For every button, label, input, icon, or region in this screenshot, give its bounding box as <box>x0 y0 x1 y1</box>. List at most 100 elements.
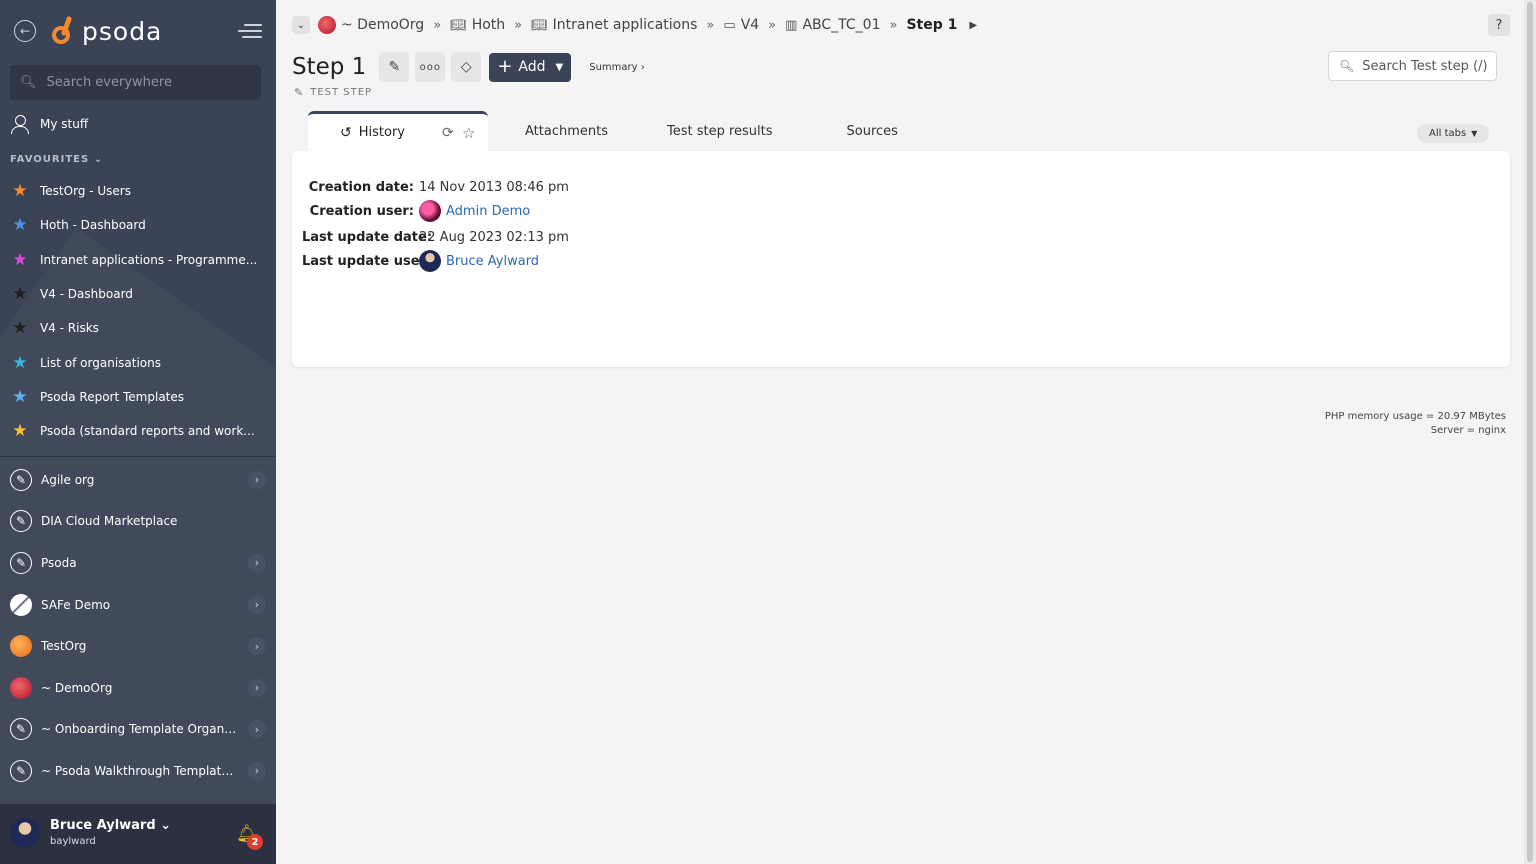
breadcrumb-item[interactable]: 📖︎ Hoth <box>450 17 505 33</box>
book-icon: 📖︎ <box>531 17 548 33</box>
organisation-item[interactable]: ✎ ~ Onboarding Template Organisa... › <box>10 709 268 751</box>
favourite-item[interactable]: ★ List of organisations <box>10 345 266 379</box>
main-content: ⌄ ~ DemoOrg» 📖︎ Hoth» 📖︎ Intranet applicatio… <box>276 0 1524 864</box>
all-tabs-label: All tabs <box>1429 128 1467 139</box>
collapse-menu-icon[interactable] <box>238 22 262 40</box>
favourite-item[interactable]: ★ Psoda (standard reports and work... <box>10 414 266 448</box>
chevron-right-icon[interactable]: › <box>248 720 266 739</box>
tab-sources[interactable]: Sources <box>847 111 898 151</box>
chevron-right-icon[interactable]: › <box>248 637 266 656</box>
organisation-item[interactable]: TestOrg › <box>10 625 268 667</box>
breadcrumb-item[interactable]: ▥ ABC_TC_01 <box>785 17 880 33</box>
folder-icon: ▭ <box>723 17 736 33</box>
global-search: 🔍︎ <box>10 65 261 100</box>
page-title: Step 1 <box>292 54 367 80</box>
org-logo-icon <box>10 635 32 658</box>
breadcrumb-dropdown-icon[interactable]: ⌄ <box>292 16 310 34</box>
favourites-heading[interactable]: FAVOURITES ⌄ <box>10 154 103 165</box>
tab-test-step-results[interactable]: Test step results <box>667 111 773 151</box>
favourite-item[interactable]: ★ TestOrg - Users <box>10 174 266 208</box>
user-name[interactable]: Bruce Aylward ⌄ <box>50 818 171 833</box>
last-update-user-label: Last update user: <box>302 253 432 269</box>
chevron-down-icon: ▼ <box>555 61 564 73</box>
organisation-item[interactable]: ✎ Psoda › <box>10 542 268 584</box>
breadcrumb-separator: » <box>433 17 442 33</box>
global-search-input[interactable] <box>46 75 247 90</box>
creation-user-link[interactable]: Admin Demo <box>446 204 530 219</box>
user-panel[interactable]: Bruce Aylward ⌄ baylward 🔔︎ 2 <box>0 804 276 864</box>
tab-history[interactable]: ↺ History ⟳ ☆ <box>308 111 488 151</box>
entity-search-input[interactable] <box>1362 58 1493 74</box>
all-tabs-button[interactable]: All tabs ▼ <box>1417 124 1490 143</box>
organisation-item[interactable]: ✎ DIA Cloud Marketplace <box>10 501 268 543</box>
favourite-item[interactable]: ★ Hoth - Dashboard <box>10 208 266 242</box>
test-step-icon: ✎ <box>294 86 305 99</box>
organisation-item[interactable]: ✎ Agile org › <box>10 459 268 501</box>
breadcrumb-separator: » <box>768 17 777 33</box>
chevron-right-icon[interactable]: › <box>248 553 266 572</box>
breadcrumb-label: Intranet applications <box>552 17 698 33</box>
creation-user-row: Creation user: Admin Demo <box>302 200 530 222</box>
organisation-label: TestOrg <box>41 639 87 654</box>
tab-history-label: History <box>358 125 405 140</box>
breadcrumb-label: V4 <box>740 17 760 33</box>
breadcrumb-label: Hoth <box>471 17 506 33</box>
creation-date-row: Creation date: 14 Nov 2013 08:46 pm <box>302 180 569 195</box>
organisation-label: Agile org <box>41 472 95 487</box>
breadcrumb-item[interactable]: ▭ V4 <box>723 17 759 33</box>
help-button[interactable]: ? <box>1488 14 1510 36</box>
org-logo-icon <box>10 593 32 616</box>
page-header: Step 1 ✎ ooo ◇ + Add ▼ Summary › <box>292 52 645 82</box>
last-update-user-link[interactable]: Bruce Aylward <box>446 254 539 269</box>
favourite-item[interactable]: ★ V4 - Dashboard <box>10 277 266 311</box>
favourite-star-icon[interactable]: ☆ <box>462 124 475 142</box>
organisation-label: ~ Onboarding Template Organisa... <box>41 722 237 737</box>
psoda-logo[interactable]: psoda <box>50 14 162 48</box>
edit-pencil-icon[interactable]: ✎ <box>379 52 410 82</box>
add-button[interactable]: + Add ▼ <box>489 52 572 82</box>
back-arrow-icon[interactable]: ← <box>14 20 36 42</box>
sidebar-divider <box>0 456 276 457</box>
memory-usage: PHP memory usage = 20.97 MBytes <box>1324 411 1506 422</box>
organisation-item[interactable]: ~ DemoOrg › <box>10 667 268 709</box>
favourites-list: ★ TestOrg - Users ★ Hoth - Dashboard ★ Intran… <box>10 174 266 448</box>
favourite-item[interactable]: ★ V4 - Risks <box>10 311 266 345</box>
book-icon: 📖︎ <box>450 17 467 33</box>
organisation-item[interactable]: ✎ ~ Psoda Walkthrough Template P... › <box>10 750 268 792</box>
favourite-label: List of organisations <box>40 355 161 370</box>
chevron-right-icon[interactable]: › <box>248 761 266 780</box>
refresh-icon[interactable]: ⟳ <box>442 125 454 141</box>
breadcrumb-expand-icon[interactable]: ▶ <box>969 20 977 31</box>
chevron-right-icon[interactable]: › <box>248 470 266 489</box>
chevron-right-icon[interactable]: › <box>248 595 266 614</box>
page-subtitle: ✎ TEST STEP <box>294 86 372 99</box>
favourite-label: Psoda Report Templates <box>40 389 185 404</box>
summary-link[interactable]: Summary › <box>589 62 645 73</box>
organisation-item[interactable]: SAFe Demo › <box>10 584 268 626</box>
more-options-icon[interactable]: ooo <box>415 52 446 82</box>
star-icon: ★ <box>12 421 28 442</box>
organisation-label: DIA Cloud Marketplace <box>41 514 178 529</box>
tag-icon[interactable]: ◇ <box>451 52 482 82</box>
logo-text: psoda <box>82 16 163 46</box>
my-stuff-link[interactable]: My stuff <box>10 114 88 134</box>
star-icon: ★ <box>12 215 28 236</box>
breadcrumb-item[interactable]: 📖︎ Intranet applications <box>531 17 697 33</box>
favourite-item[interactable]: ★ Intranet applications - Programme... <box>10 243 266 277</box>
org-logo-icon <box>10 676 32 699</box>
breadcrumb-separator: » <box>514 17 523 33</box>
chevron-right-icon[interactable]: › <box>248 678 266 697</box>
org-pencil-icon: ✎ <box>10 718 32 741</box>
sidebar: ← psoda 🔍︎ My stuff FAVOURITES ⌄ ★ TestOr… <box>0 0 276 864</box>
favourite-item[interactable]: ★ Psoda Report Templates <box>10 380 266 414</box>
organisation-label: ~ DemoOrg <box>41 680 113 695</box>
tab-attachments[interactable]: Attachments <box>525 111 608 151</box>
star-icon: ★ <box>12 352 28 373</box>
org-pencil-icon: ✎ <box>10 510 32 533</box>
breadcrumb-item[interactable]: ~ DemoOrg <box>318 16 424 34</box>
last-update-user-row: Last update user: Bruce Aylward <box>302 250 539 272</box>
breadcrumb-label: ABC_TC_01 <box>802 17 881 33</box>
avatar <box>419 200 441 222</box>
page-scrollbar[interactable] <box>1524 0 1536 864</box>
user-avatar[interactable] <box>10 818 40 848</box>
